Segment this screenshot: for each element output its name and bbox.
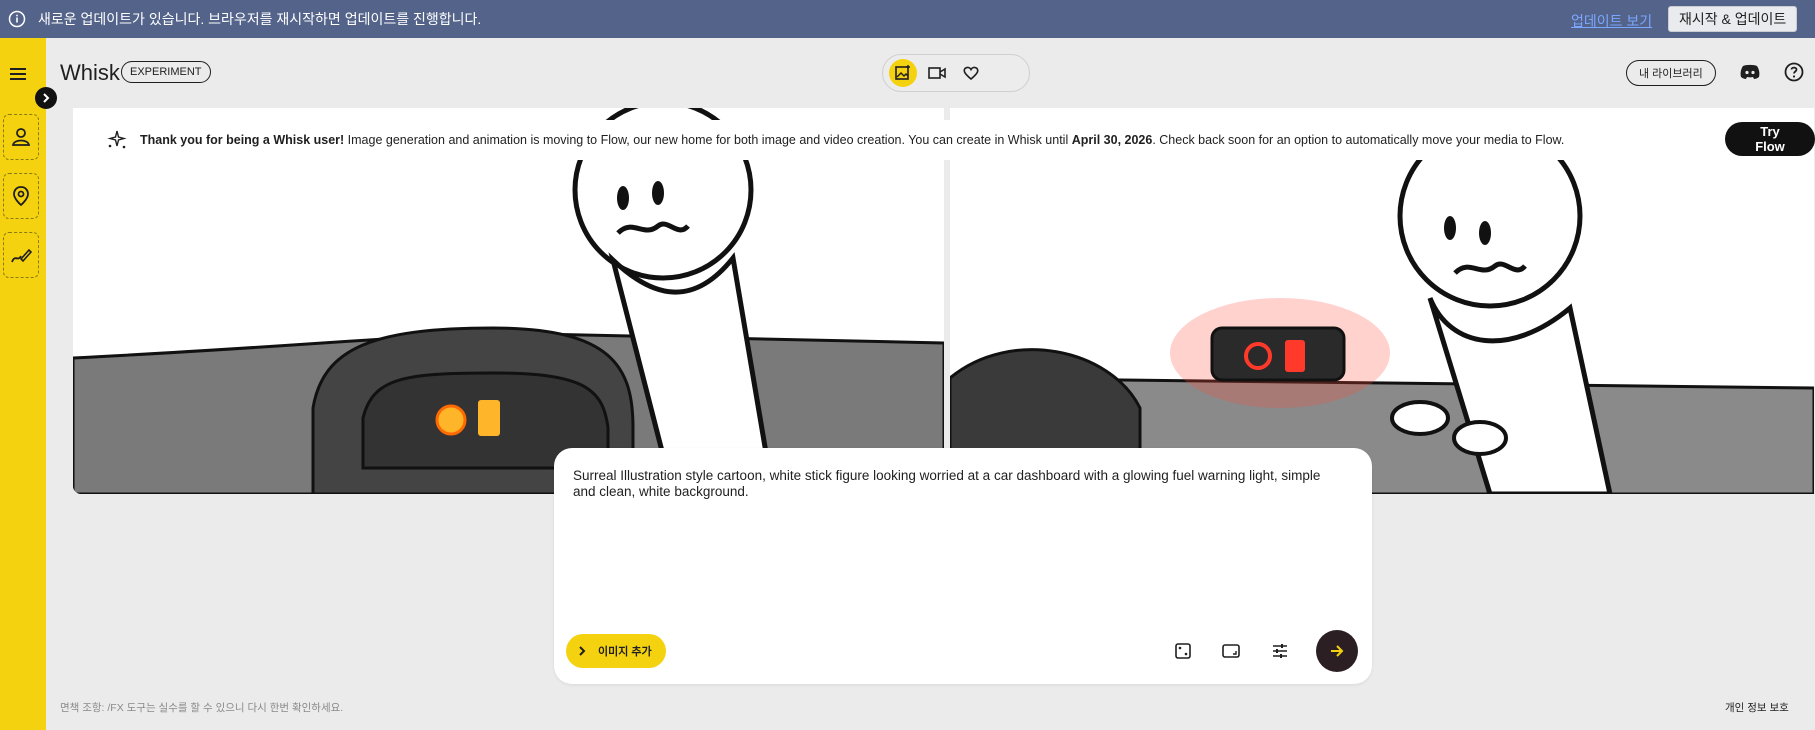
generated-image-2[interactable] — [950, 108, 1814, 494]
banner-body-2: . Check back soon for an option to autom… — [1152, 133, 1565, 147]
app-title: Whisk — [60, 60, 120, 85]
arrow-right-icon — [1331, 645, 1344, 657]
brush-style-icon — [11, 248, 33, 263]
prompt-card: Surreal Illustration style cartoon, whit… — [554, 448, 1372, 684]
update-message: 새로운 업데이트가 있습니다. 브라우저를 재시작하면 업데이트를 진행합니다. — [38, 11, 482, 27]
settings-sliders-icon — [1273, 644, 1287, 658]
top-header: Whisk EXPERIMENT 내 라이브러리 — [46, 38, 1815, 108]
image-mode-button[interactable] — [889, 59, 917, 87]
submit-button[interactable] — [1316, 630, 1358, 672]
image-mode-icon — [895, 65, 910, 80]
disclaimer-text: 면책 조항: /FX 도구는 실수를 할 수 있으니 다시 한번 확인하세요. — [60, 702, 344, 714]
privacy-link[interactable]: 개인 정보 보호 — [1725, 700, 1789, 715]
discord-icon[interactable] — [1739, 63, 1761, 81]
expand-sidebar-button[interactable] — [35, 87, 57, 109]
prompt-input[interactable]: Surreal Illustration style cartoon, whit… — [573, 468, 1343, 500]
video-mode-button[interactable] — [923, 59, 951, 87]
update-notification-bar: 새로운 업데이트가 있습니다. 브라우저를 재시작하면 업데이트를 진행합니다.… — [0, 0, 1815, 38]
view-update-link[interactable]: 업데이트 보기 — [1571, 11, 1652, 31]
scene-slot-button[interactable] — [3, 173, 39, 219]
aspect-ratio-icon — [1222, 644, 1240, 658]
subject-slot-button[interactable] — [3, 114, 39, 160]
person-subject-icon — [11, 128, 31, 146]
experiment-badge: EXPERIMENT — [121, 61, 211, 83]
add-image-button[interactable]: 이미지 추가 — [566, 634, 666, 668]
chevron-right-icon — [579, 646, 586, 656]
info-icon — [8, 10, 26, 28]
banner-lead: Thank you for being a Whisk user! — [140, 133, 345, 147]
style-slot-button[interactable] — [3, 232, 39, 278]
favorites-button[interactable] — [957, 59, 985, 87]
banner-text: Thank you for being a Whisk user! Image … — [140, 133, 1564, 147]
left-sidebar — [0, 38, 46, 730]
my-library-button[interactable]: 내 라이브러리 — [1626, 60, 1716, 86]
video-mode-icon — [928, 67, 946, 79]
mode-switcher — [882, 54, 1030, 92]
banner-body-1: Image generation and animation is moving… — [344, 133, 1072, 147]
aspect-ratio-button[interactable] — [1220, 640, 1242, 662]
chevron-right-icon — [43, 93, 50, 103]
settings-button[interactable] — [1269, 640, 1291, 662]
random-prompt-button[interactable] — [1172, 640, 1194, 662]
favorites-heart-icon — [963, 66, 979, 81]
banner-date: April 30, 2026 — [1071, 133, 1153, 147]
add-image-label: 이미지 추가 — [598, 646, 652, 658]
restart-update-button[interactable]: 재시작 & 업데이트 — [1668, 6, 1798, 32]
flow-sparkle-icon — [107, 130, 127, 149]
flow-migration-banner: Thank you for being a Whisk user! Image … — [96, 120, 1814, 160]
location-scene-icon — [13, 186, 29, 207]
try-flow-button[interactable]: Try Flow — [1725, 122, 1815, 156]
generated-image-1[interactable] — [73, 108, 944, 494]
dice-random-icon — [1175, 643, 1191, 659]
hamburger-menu-icon[interactable] — [7, 62, 31, 86]
help-icon[interactable] — [1784, 62, 1804, 82]
